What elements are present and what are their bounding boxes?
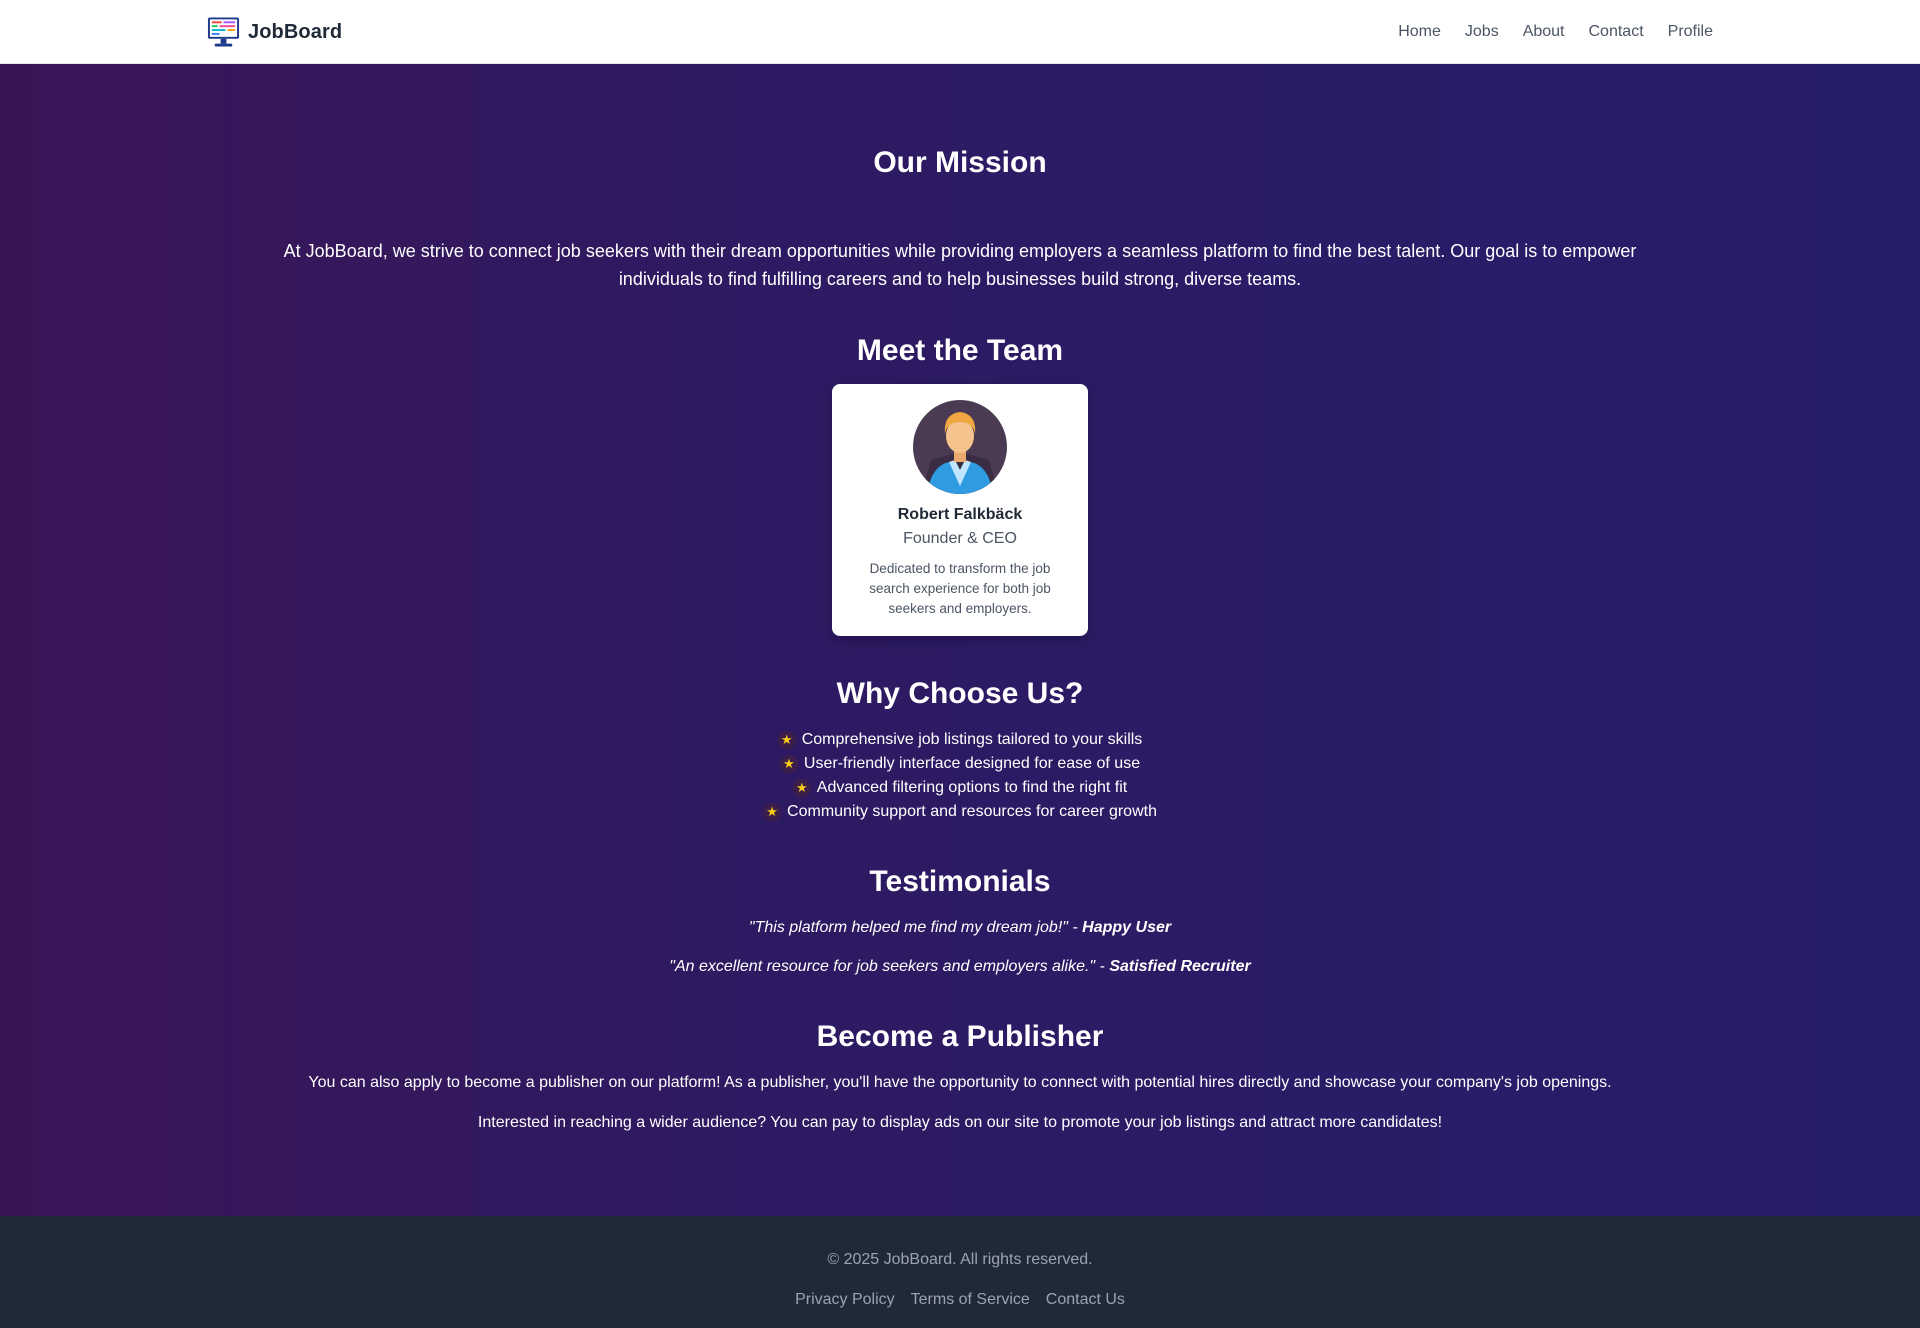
- brand-name: JobBoard: [248, 20, 343, 43]
- nav-home[interactable]: Home: [1398, 23, 1441, 41]
- copyright: © 2025 JobBoard. All rights reserved.: [827, 1251, 1093, 1268]
- why-title: Why Choose Us?: [836, 677, 1084, 710]
- list-item: ★ Advanced filtering options to find the…: [0, 776, 1920, 800]
- feature-text: User-friendly interface designed for eas…: [803, 755, 1141, 772]
- footer-link-terms[interactable]: Terms of Service: [911, 1291, 1030, 1309]
- footer-link-contact[interactable]: Contact Us: [1046, 1291, 1125, 1309]
- nav-profile[interactable]: Profile: [1668, 23, 1713, 41]
- publisher-ads-text: Interested in reaching a wider audience?…: [477, 1114, 1443, 1131]
- publisher-title: Become a Publisher: [816, 1020, 1104, 1053]
- nav-contact[interactable]: Contact: [1589, 23, 1644, 41]
- list-item: ★ Community support and resources for ca…: [0, 800, 1920, 824]
- testimonial: "An excellent resource for job seekers a…: [0, 958, 1920, 976]
- feature-text: Community support and resources for care…: [787, 803, 1157, 820]
- team-member-bio: Dedicated to transform the job search ex…: [869, 561, 1051, 616]
- star-icon: ★: [792, 779, 811, 797]
- brand[interactable]: JobBoard: [207, 14, 342, 50]
- list-item: ★ User-friendly interface designed for e…: [0, 752, 1920, 776]
- feature-text: Comprehensive job listings tailored to y…: [801, 731, 1143, 748]
- testimonial-author: Happy User: [1082, 919, 1172, 936]
- about-main: Our Mission At JobBoard, we strive to co…: [0, 64, 1920, 1216]
- publisher-text: You can also apply to become a publisher…: [308, 1074, 1612, 1091]
- testimonial: "This platform helped me find my dream j…: [0, 919, 1920, 937]
- feature-list: ★ Comprehensive job listings tailored to…: [0, 728, 1920, 824]
- testimonial-separator: -: [1095, 958, 1110, 975]
- team-member-role: Founder & CEO: [903, 530, 1017, 547]
- footer: © 2025 JobBoard. All rights reserved. Pr…: [0, 1216, 1920, 1328]
- testimonial-quote: "An excellent resource for job seekers a…: [669, 958, 1096, 975]
- feature-text: Advanced filtering options to find the r…: [816, 779, 1128, 796]
- nav-links: Home Jobs About Contact Profile: [1374, 0, 1713, 64]
- footer-link-privacy[interactable]: Privacy Policy: [795, 1291, 895, 1309]
- star-icon: ★: [777, 731, 796, 749]
- navbar: JobBoard Home Jobs About Contact Profile: [0, 0, 1920, 64]
- list-item: ★ Comprehensive job listings tailored to…: [0, 728, 1920, 752]
- testimonial-author: Satisfied Recruiter: [1109, 958, 1251, 975]
- team-member-name: Robert Falkbäck: [897, 506, 1023, 523]
- star-icon: ★: [763, 803, 782, 821]
- team-title: Meet the Team: [856, 334, 1064, 367]
- testimonial-quote: "This platform helped me find my dream j…: [748, 919, 1068, 936]
- footer-links: Privacy Policy Terms of Service Contact …: [0, 1291, 1920, 1309]
- nav-jobs[interactable]: Jobs: [1465, 23, 1499, 41]
- person-avatar-icon: [913, 400, 1007, 494]
- team-member-card: Robert Falkbäck Founder & CEO Dedicated …: [832, 384, 1088, 636]
- mission-title: Our Mission: [873, 146, 1047, 179]
- nav-about[interactable]: About: [1523, 23, 1565, 41]
- computer-monitor-icon: [207, 17, 240, 47]
- testimonials-title: Testimonials: [869, 865, 1051, 898]
- mission-text: At JobBoard, we strive to connect job se…: [283, 241, 1637, 289]
- testimonial-separator: -: [1067, 919, 1083, 936]
- star-icon: ★: [779, 755, 798, 773]
